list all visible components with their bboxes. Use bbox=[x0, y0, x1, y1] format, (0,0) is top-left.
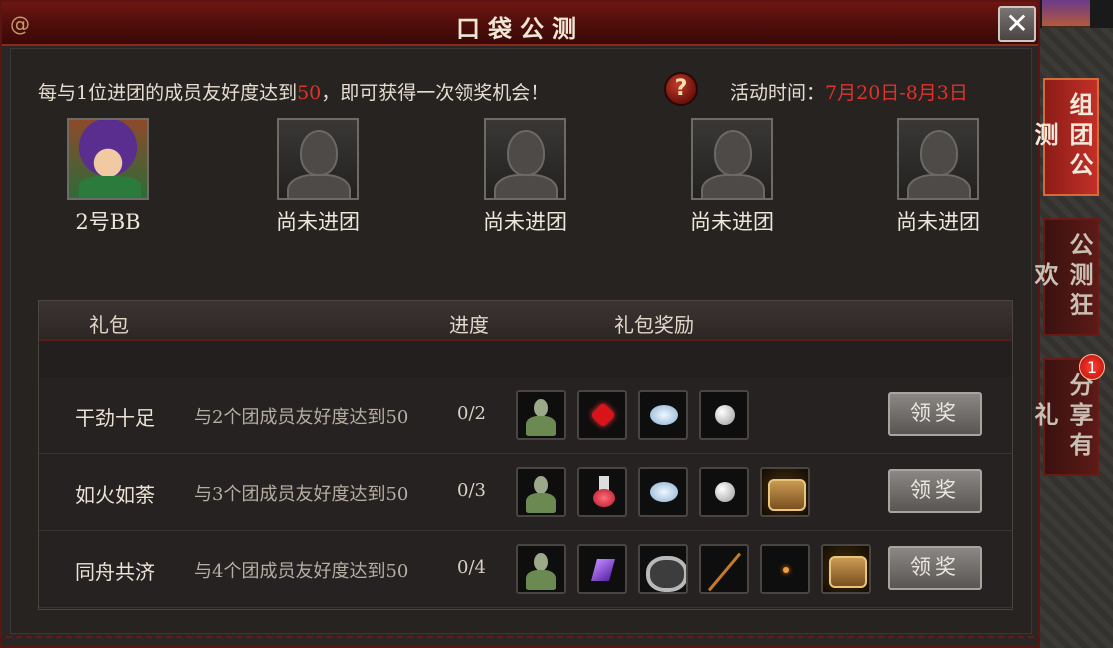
intro-text: 每与1位进团的成员友好度达到50，即可获得一次领奖机会！ bbox=[38, 78, 549, 105]
pack-condition: 与3个团成员友好度达到50 bbox=[194, 484, 409, 505]
member-name: 尚未进团 bbox=[483, 210, 567, 234]
title-bar: @ 口袋公测 ✕ bbox=[2, 2, 1038, 46]
ruby-item-icon[interactable] bbox=[577, 390, 627, 440]
statue-item-icon[interactable] bbox=[516, 467, 566, 517]
statue-item-icon[interactable] bbox=[516, 544, 566, 594]
table-row: 如火如荼 与3个团成员友好度达到50 0/3 领奖 bbox=[39, 454, 1012, 531]
pack-name: 如火如荼 bbox=[75, 483, 155, 507]
intro-suffix: ，即可获得一次领奖机会！ bbox=[321, 82, 550, 104]
potion-item-icon[interactable] bbox=[577, 467, 627, 517]
table-header: 礼包 进度 礼包奖励 bbox=[39, 301, 1012, 341]
side-tab[interactable]: 组团公测 bbox=[1030, 78, 1099, 196]
header-rewards: 礼包奖励 bbox=[614, 313, 694, 337]
member-slot[interactable]: 尚未进团 bbox=[248, 118, 388, 236]
pack-progress: 0/2 bbox=[457, 403, 486, 424]
activity-time: 活动时间：7月20日-8月3日 bbox=[730, 78, 968, 105]
member-name: 尚未进团 bbox=[276, 210, 360, 234]
intro-prefix: 每与1位进团的成员友好度达到 bbox=[38, 82, 298, 104]
header-pack: 礼包 bbox=[89, 313, 129, 337]
reward-items bbox=[516, 390, 749, 440]
chest-item-icon[interactable] bbox=[760, 467, 810, 517]
reward-items bbox=[516, 544, 871, 594]
empty-avatar-icon bbox=[484, 118, 566, 200]
pack-progress: 0/4 bbox=[457, 557, 486, 578]
pack-progress: 0/3 bbox=[457, 480, 486, 501]
member-slot[interactable]: 尚未进团 bbox=[455, 118, 595, 236]
activity-time-label: 活动时间： bbox=[730, 82, 826, 104]
reward-items bbox=[516, 467, 810, 517]
close-button[interactable]: ✕ bbox=[998, 6, 1036, 42]
pearl-item-icon[interactable] bbox=[699, 390, 749, 440]
activity-time-value: 7月20日-8月3日 bbox=[825, 82, 968, 104]
claim-button[interactable]: 领奖 bbox=[888, 469, 982, 513]
crystal-item-icon[interactable] bbox=[638, 390, 688, 440]
table-row: 干劲十足 与2个团成员友好度达到50 0/2 领奖 bbox=[39, 377, 1012, 454]
pack-condition: 与4个团成员友好度达到50 bbox=[194, 561, 409, 582]
member-name: 尚未进团 bbox=[690, 210, 774, 234]
spark-item-icon[interactable] bbox=[760, 544, 810, 594]
pack-condition: 与2个团成员友好度达到50 bbox=[194, 407, 409, 428]
member-avatar bbox=[67, 118, 149, 200]
member-slot[interactable]: 尚未进团 bbox=[868, 118, 1008, 236]
table-row: 同舟共济 与4个团成员友好度达到50 0/4 领奖 bbox=[39, 531, 1012, 608]
empty-avatar-icon bbox=[897, 118, 979, 200]
statue-item-icon[interactable] bbox=[516, 390, 566, 440]
close-icon: ✕ bbox=[1005, 7, 1029, 40]
empty-avatar-icon bbox=[277, 118, 359, 200]
help-icon[interactable]: ? bbox=[664, 72, 698, 106]
side-tab[interactable]: 公测狂欢 bbox=[1030, 218, 1099, 336]
claim-button[interactable]: 领奖 bbox=[888, 392, 982, 436]
side-avatar bbox=[1042, 0, 1090, 28]
pearl-item-icon[interactable] bbox=[699, 467, 749, 517]
crystal-item-icon[interactable] bbox=[638, 467, 688, 517]
ring-item-icon[interactable] bbox=[638, 544, 688, 594]
dialog-title: 口袋公测 bbox=[456, 14, 584, 43]
gem-item-icon[interactable] bbox=[577, 544, 627, 594]
header-progress: 进度 bbox=[449, 313, 489, 337]
member-slot[interactable]: 2号BB bbox=[38, 118, 178, 236]
pack-name: 干劲十足 bbox=[75, 406, 155, 430]
reward-table: 礼包 进度 礼包奖励 干劲十足 与2个团成员友好度达到50 0/2 领奖 如火如荼 与3个… bbox=[38, 300, 1013, 610]
member-name: 尚未进团 bbox=[896, 210, 980, 234]
notification-badge: 1 bbox=[1079, 354, 1105, 380]
pack-name: 同舟共济 bbox=[75, 560, 155, 584]
claim-button[interactable]: 领奖 bbox=[888, 546, 982, 590]
chest-item-icon[interactable] bbox=[821, 544, 871, 594]
member-slot[interactable]: 尚未进团 bbox=[662, 118, 802, 236]
member-name: 2号BB bbox=[75, 210, 141, 234]
rod-item-icon[interactable] bbox=[699, 544, 749, 594]
empty-avatar-icon bbox=[691, 118, 773, 200]
intro-threshold: 50 bbox=[297, 82, 322, 104]
